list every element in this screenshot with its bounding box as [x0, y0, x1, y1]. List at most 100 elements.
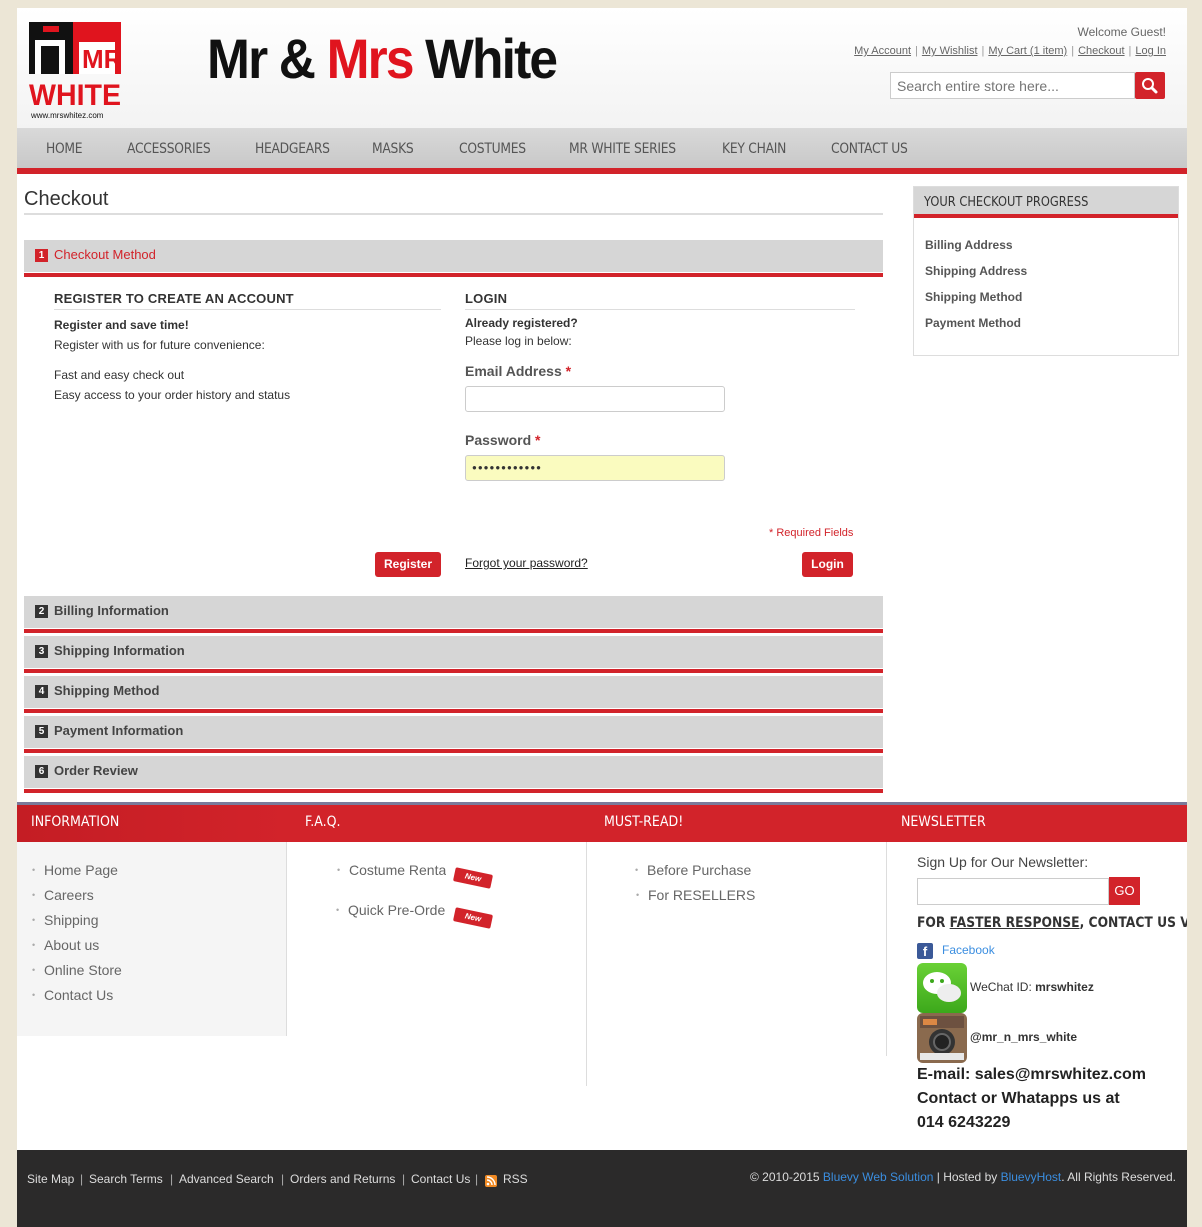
sitemap-link[interactable]: Site Map	[27, 1172, 74, 1186]
contact-us-link[interactable]: Contact Us	[411, 1172, 470, 1186]
step-billing-information[interactable]: 2 Billing Information	[24, 596, 883, 633]
new-tag: New	[452, 907, 494, 929]
site-logo[interactable]: MRS WHITE www.mrswhitez.com	[29, 22, 140, 120]
step-bar	[24, 272, 883, 277]
step-payment-information[interactable]: 5 Payment Information	[24, 716, 883, 753]
wechat-glyph	[923, 972, 961, 1002]
step-checkout-method[interactable]: 1 Checkout Method	[24, 240, 883, 277]
footer-bottom-bar	[17, 1150, 1187, 1227]
footer-mustread-header: MUST-READ!	[587, 805, 887, 842]
footer-col-divider	[286, 842, 287, 1036]
page-title: Checkout	[24, 188, 109, 210]
required-fields-note: * Required Fields	[769, 527, 854, 539]
step-number: 1	[35, 249, 48, 262]
step-label: Shipping Information	[54, 643, 185, 658]
footer-link-before-purchase[interactable]: Before Purchase	[635, 862, 751, 878]
footer-newsletter-header: NEWSLETTER	[887, 805, 1187, 842]
search-terms-link[interactable]: Search Terms	[89, 1172, 163, 1186]
footer-link-quick-preorder[interactable]: Quick Pre-Order	[336, 902, 450, 918]
email-label: Email Address *	[465, 363, 572, 379]
search-input[interactable]	[890, 72, 1135, 99]
footer-link-home[interactable]: Home Page	[32, 862, 118, 878]
checkout-link[interactable]: Checkout	[1078, 45, 1124, 57]
step-number: 6	[35, 765, 48, 778]
login-line-1: Please log in below:	[465, 334, 572, 348]
progress-payment-method: Payment Method	[925, 316, 1022, 330]
checkout-progress-sidebar: YOUR CHECKOUT PROGRESS Billing Address S…	[913, 186, 1179, 356]
page: MRS WHITE www.mrswhitez.com Mr & Mrs Whi…	[17, 8, 1187, 1227]
register-button[interactable]: Register	[375, 552, 441, 577]
rss-icon	[485, 1175, 497, 1187]
step-shipping-method[interactable]: 4 Shipping Method	[24, 676, 883, 713]
copyright: © 2010-2015 Bluevy Web Solution | Hosted…	[750, 1170, 1176, 1184]
search-button[interactable]	[1135, 72, 1165, 99]
my-wishlist-link[interactable]: My Wishlist	[922, 45, 978, 57]
step-order-review[interactable]: 6 Order Review	[24, 756, 883, 793]
footer-link-careers[interactable]: Careers	[32, 887, 94, 903]
nav-costumes[interactable]: COSTUMES	[459, 141, 526, 157]
sidebar-header: YOUR CHECKOUT PROGRESS	[914, 187, 1178, 218]
nav-masks[interactable]: MASKS	[372, 141, 414, 157]
footer-link-contact[interactable]: Contact Us	[32, 987, 113, 1003]
nav-home[interactable]: HOME	[46, 141, 83, 157]
instagram-handle: @mr_n_mrs_white	[970, 1030, 1078, 1044]
separator: |	[281, 1172, 285, 1186]
nav-mr-white-series[interactable]: MR WHITE SERIES	[569, 141, 676, 157]
footer-link-shipping[interactable]: Shipping	[32, 912, 98, 928]
forgot-password-link[interactable]: Forgot your password?	[465, 556, 588, 570]
register-line-2: Fast and easy check out	[54, 368, 185, 382]
footer-link-about[interactable]: About us	[32, 937, 99, 953]
contact-heading: FOR FASTER RESPONSE, CONTACT US VIA:	[917, 915, 1187, 931]
progress-shipping-method: Shipping Method	[925, 290, 1023, 304]
bluevyhost-link[interactable]: BluevyHost	[1001, 1170, 1062, 1184]
separator: |	[80, 1172, 84, 1186]
password-field[interactable]: ●●●●●●●●●●●●	[465, 455, 725, 481]
search-icon	[1142, 78, 1158, 94]
orders-returns-link[interactable]: Orders and Returns	[290, 1172, 395, 1186]
nav-underline	[17, 168, 1187, 174]
my-account-link[interactable]: My Account	[854, 45, 911, 57]
footer-link-online-store[interactable]: Online Store	[32, 962, 122, 978]
step-bar	[24, 748, 883, 753]
instagram-icon	[917, 1013, 967, 1063]
email-field[interactable]	[465, 386, 725, 412]
separator: |	[402, 1172, 406, 1186]
separator: |	[170, 1172, 174, 1186]
step-shipping-information[interactable]: 3 Shipping Information	[24, 636, 883, 673]
svg-text:www.mrswhitez.com: www.mrswhitez.com	[30, 111, 104, 120]
login-bold-line: Already registered?	[465, 316, 578, 330]
step-label: Shipping Method	[54, 683, 160, 698]
nav-headgears[interactable]: HEADGEARS	[255, 141, 330, 157]
advanced-search-link[interactable]: Advanced Search	[179, 1172, 274, 1186]
password-label: Password *	[465, 432, 541, 448]
sidebar-header-bar	[914, 214, 1178, 218]
footer-link-resellers[interactable]: For RESELLERS	[636, 887, 755, 903]
step-label: Billing Information	[54, 603, 169, 618]
svg-text:MRS: MRS	[82, 44, 121, 74]
facebook-icon: f	[917, 943, 933, 959]
nav-key-chain[interactable]: KEY CHAIN	[722, 141, 786, 157]
sidebar-title: YOUR CHECKOUT PROGRESS	[924, 195, 1089, 210]
newsletter-signup-label: Sign Up for Our Newsletter:	[917, 854, 1089, 870]
newsletter-email-input[interactable]	[917, 878, 1109, 905]
login-button[interactable]: Login	[802, 552, 853, 577]
register-bold-line: Register and save time!	[54, 318, 189, 332]
newsletter-go-button[interactable]: GO	[1109, 877, 1140, 905]
footer-link-costume-rental[interactable]: Costume Rental	[337, 862, 449, 878]
nav-accessories[interactable]: ACCESSORIES	[127, 141, 211, 157]
login-link[interactable]: Log In	[1135, 45, 1166, 57]
footer-col-divider	[886, 842, 887, 1056]
my-cart-link[interactable]: My Cart (1 item)	[988, 45, 1067, 57]
register-line-1: Register with us for future convenience:	[54, 338, 265, 352]
bluevy-web-link[interactable]: Bluevy Web Solution	[823, 1170, 934, 1184]
step-number: 4	[35, 685, 48, 698]
nav-contact-us[interactable]: CONTACT US	[831, 141, 908, 157]
login-heading: LOGIN	[465, 291, 508, 306]
progress-billing-address: Billing Address	[925, 238, 1013, 252]
facebook-link[interactable]: Facebook	[942, 943, 995, 957]
top-links: My Account | My Wishlist | My Cart (1 item) |…	[854, 45, 1166, 57]
progress-shipping-address: Shipping Address	[925, 264, 1028, 278]
step-label: Order Review	[54, 763, 138, 778]
rss-link[interactable]: RSS	[503, 1172, 528, 1186]
wechat-icon	[917, 963, 967, 1013]
